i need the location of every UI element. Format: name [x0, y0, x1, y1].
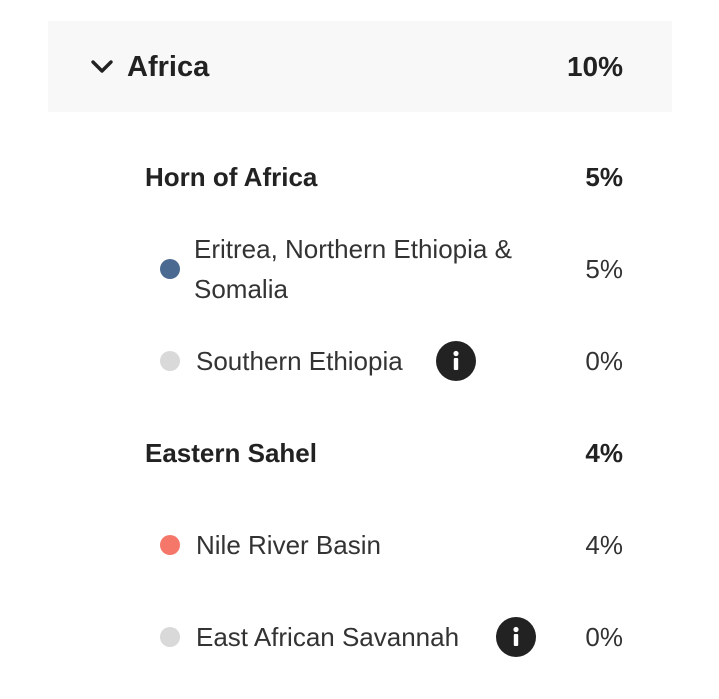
population-color-dot — [160, 259, 180, 279]
ancestry-breakdown: Africa 10% Horn of Africa 5% Eritrea, No… — [0, 0, 719, 699]
population-percent: 0% — [585, 346, 623, 376]
population-color-dot — [160, 627, 180, 647]
population-percent: 4% — [585, 530, 623, 560]
region-percent: 10% — [566, 51, 623, 82]
chevron-down-icon[interactable] — [90, 55, 114, 79]
info-icon[interactable] — [436, 341, 476, 381]
population-percent: 0% — [585, 622, 623, 652]
subregion-percent: 4% — [585, 438, 623, 468]
region-name: Africa — [127, 51, 210, 83]
population-name: East African Savannah — [196, 622, 460, 652]
population-percent: 5% — [585, 254, 623, 284]
subregion-name: Eastern Sahel — [145, 438, 317, 468]
population-name: Southern Ethiopia — [196, 346, 403, 376]
info-icon[interactable] — [496, 617, 536, 657]
population-name: Eritrea, Northern Ethiopia & Somalia — [194, 234, 512, 304]
subregion-name: Horn of Africa — [145, 162, 318, 192]
population-name: Nile River Basin — [196, 530, 381, 560]
population-color-dot — [160, 535, 180, 555]
population-color-dot — [160, 351, 180, 371]
subregion-percent: 5% — [585, 162, 623, 192]
